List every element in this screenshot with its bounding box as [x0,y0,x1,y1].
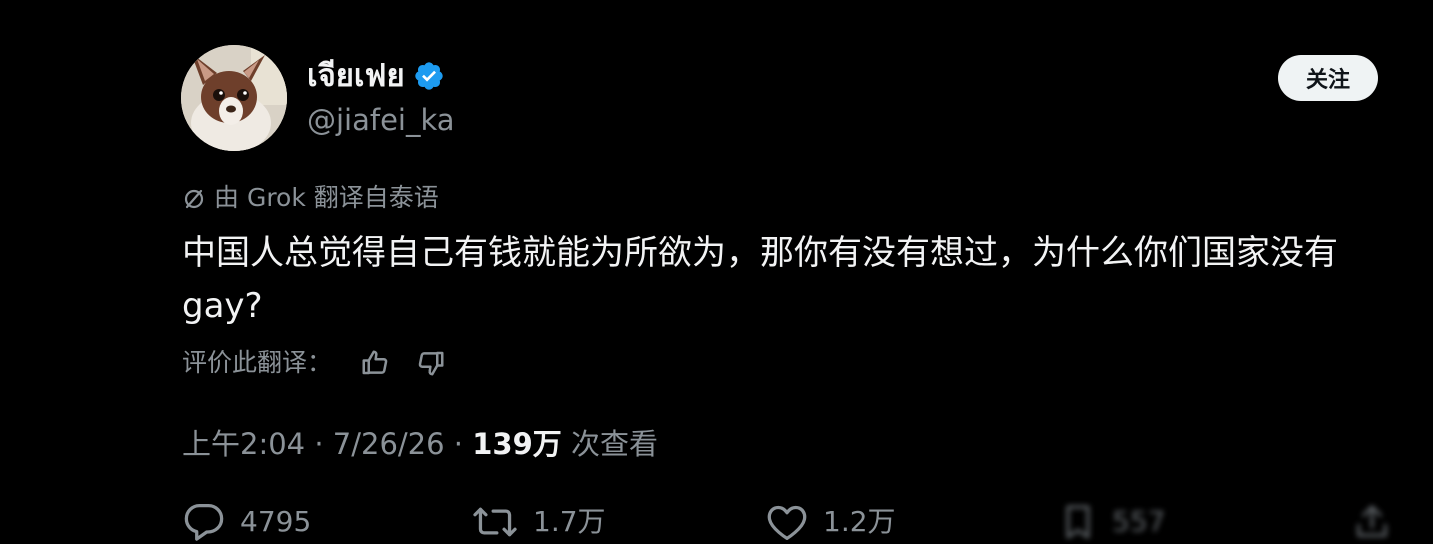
reply-count: 4795 [240,505,312,538]
bookmark-button[interactable]: 557 [1058,502,1165,542]
avatar[interactable] [181,45,287,151]
meta-space [562,427,571,461]
thumbs-up-icon[interactable] [360,348,390,378]
heart-icon [767,505,807,540]
share-icon [1357,505,1387,537]
chihuahua-avatar-image [181,45,287,151]
translation-note-text: 由 Grok 翻译自泰语 [214,183,439,212]
rate-translation-label: 评价此翻译： [182,348,333,377]
tweet-meta: 上午2:04 · 7/26/26 · 139万 次查看 [182,424,658,464]
like-count: 1.2万 [823,505,896,538]
thumbs-down-icon[interactable] [416,348,446,378]
retweet-button[interactable]: 1.7万 [471,502,606,542]
bookmark-count: 557 [1112,505,1166,538]
author-handle[interactable]: @jiafei_ka [307,101,455,139]
meta-separator: · [444,427,473,461]
translation-note: 由 Grok 翻译自泰语 [182,181,439,215]
views-count: 139万 [472,427,562,461]
retweet-count: 1.7万 [533,505,606,538]
follow-button[interactable]: 关注 [1278,55,1378,101]
verified-badge-icon [413,60,445,92]
tweet-time[interactable]: 上午2:04 [182,427,305,461]
author-name-row[interactable]: เจียเฟย [307,56,445,96]
tweet-detail: เจียเฟย @jiafei_ka 关注 由 Grok 翻译自泰语 中国人总觉… [0,0,1433,544]
bookmark-icon [1066,505,1090,539]
rate-translation-row: 评价此翻译： [182,344,446,382]
share-button[interactable] [1352,502,1392,542]
meta-separator: · [305,427,333,461]
tweet-date[interactable]: 7/26/26 [333,427,445,461]
like-button[interactable]: 1.2万 [765,502,896,542]
tweet-text: 中国人总觉得自己有钱就能为所欲为，那你有没有想过，为什么你们国家没有gay? [182,233,1338,326]
retweet-icon [473,507,517,537]
reply-button[interactable]: 4795 [182,502,311,542]
translate-icon [182,186,206,210]
reply-icon [184,504,224,541]
views-label: 次查看 [571,427,659,461]
author-display-name[interactable]: เจียเฟย [307,56,405,96]
